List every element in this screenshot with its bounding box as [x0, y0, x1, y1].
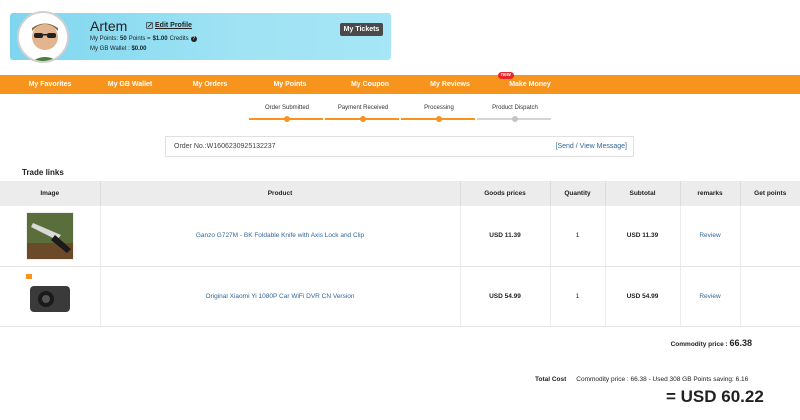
table-header-row: Image Product Goods prices Quantity Subt… — [0, 181, 800, 206]
order-progress: Order Submitted Payment Received Process… — [249, 105, 553, 122]
col-quantity: Quantity — [550, 181, 606, 206]
nav-my-orders[interactable]: My Orders — [170, 75, 250, 94]
total-cost-row: Total Cost Commodity price : 66.38 - Use… — [535, 376, 748, 383]
send-view-message-link[interactable]: [Send / View Message] — [556, 143, 627, 150]
commodity-value: 66.38 — [729, 338, 752, 348]
review-link[interactable]: Review — [699, 293, 720, 300]
points-count: 50 — [120, 36, 127, 42]
col-product: Product — [100, 181, 461, 206]
avatar — [17, 11, 69, 63]
nav-my-favorites[interactable]: My Favorites — [10, 75, 90, 94]
points-line: My Points: 50 Points = $1.00 Credits ? — [90, 36, 197, 42]
dvr-product-image[interactable] — [25, 272, 74, 320]
nav-my-reviews[interactable]: My Reviews — [410, 75, 490, 94]
points-prefix: My Points: — [90, 36, 119, 42]
product-image-cell — [0, 206, 101, 267]
trade-links-title: Trade links — [22, 168, 64, 177]
order-info-box: Order No.:W1606230925132237 [Send / View… — [165, 136, 634, 157]
my-tickets-button[interactable]: My Tickets — [340, 23, 383, 36]
help-icon[interactable]: ? — [190, 36, 197, 42]
step-label: Product Dispatch — [492, 105, 538, 111]
step-label: Payment Received — [337, 105, 389, 111]
goods-price-cell: USD 11.39 — [460, 206, 551, 267]
col-remarks: remarks — [680, 181, 741, 206]
col-goods-prices: Goods prices — [460, 181, 551, 206]
step-label: Processing — [424, 105, 454, 111]
edit-icon — [146, 22, 153, 29]
nav-my-points[interactable]: My Points — [250, 75, 330, 94]
col-image: Image — [0, 181, 101, 206]
quantity-cell: 1 — [550, 266, 606, 327]
table-row: Ganzo G727M - BK Foldable Knife with Axi… — [0, 206, 800, 267]
review-link[interactable]: Review — [699, 232, 720, 239]
order-number: Order No.:W1606230925132237 — [174, 143, 276, 150]
knife-product-image[interactable] — [25, 211, 74, 260]
step-dot — [360, 116, 366, 122]
remarks-cell: Review — [680, 266, 741, 327]
commodity-price: Commodity price : 66.38 — [671, 338, 752, 348]
step-dot — [512, 116, 518, 122]
step-product-dispatch: Product Dispatch — [477, 105, 553, 122]
quantity-cell: 1 — [550, 206, 606, 267]
nav-my-gb-wallet[interactable]: My GB Wallet — [90, 75, 170, 94]
account-nav: My Favorites My GB Wallet My Orders My P… — [0, 72, 800, 94]
edit-profile-link[interactable]: Edit Profile — [146, 22, 192, 29]
wallet-label: My GB Wallet : — [90, 46, 130, 52]
knife-image — [26, 212, 73, 259]
step-processing: Processing — [401, 105, 477, 122]
nav-make-money-label: Make Money — [509, 81, 551, 88]
step-payment-received: Payment Received — [325, 105, 401, 122]
subtotal-cell: USD 54.99 — [605, 266, 681, 327]
points-mid: Points = — [128, 36, 151, 42]
step-dot — [284, 116, 290, 122]
get-points-cell — [740, 266, 800, 327]
points-value: $1.00 — [152, 36, 168, 42]
step-dot — [436, 116, 442, 122]
nav-my-coupon[interactable]: My Coupon — [330, 75, 410, 94]
total-cost-label: Total Cost — [535, 376, 567, 383]
col-subtotal: Subtotal — [605, 181, 681, 206]
product-link[interactable]: Original Xiaomi Yi 1080P Car WiFi DVR CN… — [205, 293, 354, 300]
wallet-value: $0.00 — [131, 46, 147, 52]
edit-profile-label: Edit Profile — [155, 22, 192, 29]
dvr-image — [25, 274, 70, 312]
table-row: Original Xiaomi Yi 1080P Car WiFi DVR CN… — [0, 266, 800, 327]
col-get-points: Get points — [740, 181, 800, 206]
product-link[interactable]: Ganzo G727M - BK Foldable Knife with Axi… — [196, 232, 364, 239]
commodity-label: Commodity price : — [670, 341, 728, 348]
total-cost-detail: Commodity price : 66.38 - Used 308 GB Po… — [576, 376, 749, 383]
subtotal-cell: USD 11.39 — [605, 206, 681, 267]
remarks-cell: Review — [680, 206, 741, 267]
new-badge: new — [498, 72, 514, 79]
credits-label: Credits — [169, 36, 189, 42]
product-image-cell — [0, 266, 101, 327]
username: Artem — [90, 18, 128, 34]
goods-price-cell: USD 54.99 — [460, 266, 551, 327]
step-label: Order Submitted — [264, 105, 310, 111]
get-points-cell — [740, 206, 800, 267]
grand-total: = USD 60.22 — [666, 387, 764, 406]
product-cell: Ganzo G727M - BK Foldable Knife with Axi… — [100, 206, 461, 267]
step-order-submitted: Order Submitted — [249, 105, 325, 122]
nav-make-money[interactable]: new Make Money — [490, 72, 570, 94]
wallet-line: My GB Wallet : $0.00 — [90, 46, 146, 52]
product-cell: Original Xiaomi Yi 1080P Car WiFi DVR CN… — [100, 266, 461, 327]
order-items-table: Image Product Goods prices Quantity Subt… — [0, 181, 800, 327]
